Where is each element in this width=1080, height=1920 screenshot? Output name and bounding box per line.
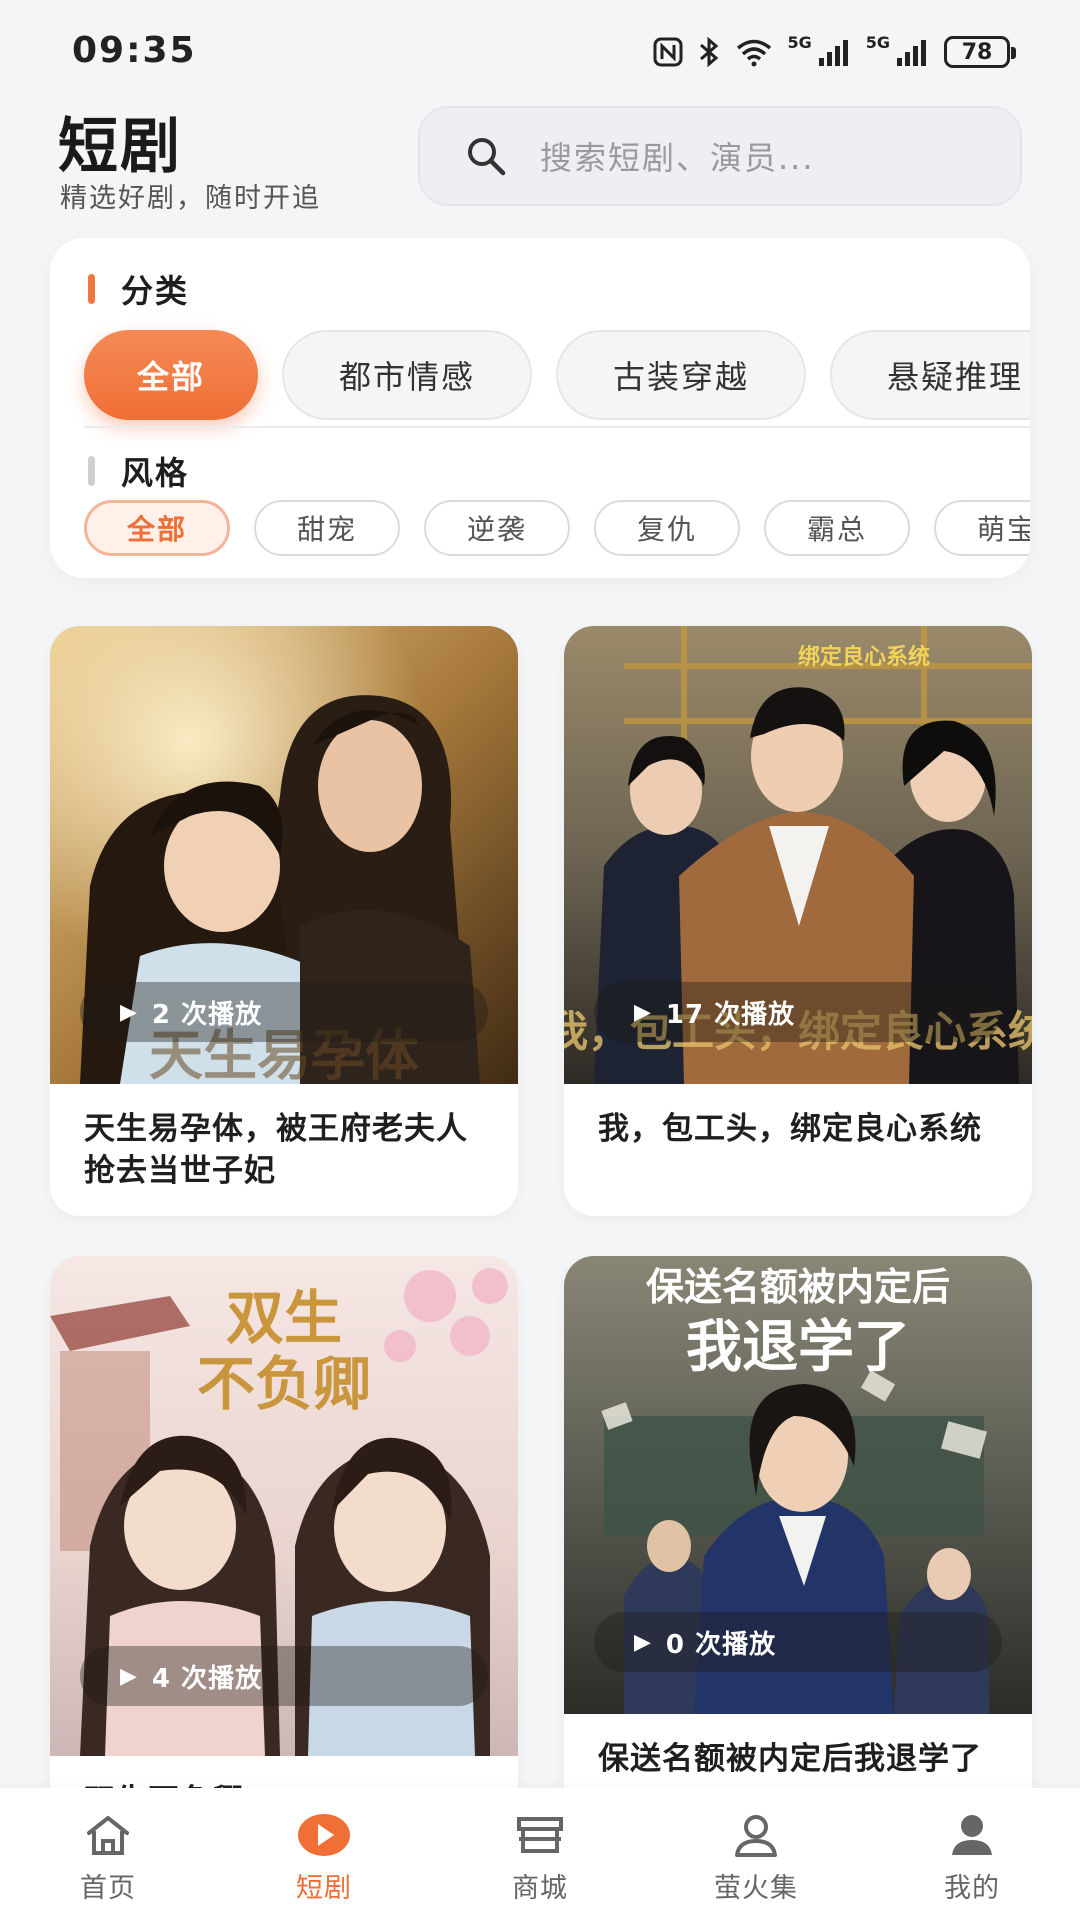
tab-label-home: 首页 — [80, 1873, 136, 1904]
category-chip-all[interactable]: 全部 — [84, 330, 258, 420]
style-chip-comeback[interactable]: 逆袭 — [424, 500, 570, 556]
style-chip-revenge[interactable]: 复仇 — [594, 500, 740, 556]
drama-card[interactable]: 绑定良心系统 我，包工头，绑定良心系统 ▶ 17 次播放 我，包工头，绑定良心系… — [564, 626, 1032, 1216]
style-chip-sweet[interactable]: 甜宠 — [254, 500, 400, 556]
home-icon — [87, 1816, 129, 1855]
battery-indicator: 78 — [944, 36, 1016, 68]
category-chip-urban-romance[interactable]: 都市情感 — [282, 330, 532, 420]
tab-home[interactable]: 首页 — [0, 1788, 216, 1920]
wifi-icon — [737, 39, 772, 67]
tab-label-me: 我的 — [944, 1873, 1000, 1904]
drama-card[interactable]: 天生易孕体 ▶ 2 次播放 天生易孕体，被王府老夫人抢去当世子妃 — [50, 626, 518, 1216]
style-chip-row: 全部 甜宠 逆袭 复仇 霸总 萌宝 — [84, 500, 1030, 556]
divider — [84, 426, 1030, 428]
drama-title[interactable]: 保送名额被内定后我退学了 — [564, 1714, 1032, 1780]
filter-panel: 分类 全部 都市情感 古装穿越 悬疑推理 风格 全部 甜宠 逆袭 复仇 霸总 萌… — [50, 238, 1030, 578]
poster-title-art-1: 双生 — [226, 1284, 342, 1352]
play-count: 0 次播放 — [665, 1629, 777, 1660]
store-icon — [517, 1817, 563, 1853]
category-section-title: 分类 — [88, 266, 189, 312]
play-count-badge: ▶ 2 次播放 — [80, 982, 488, 1042]
nfc-icon — [653, 37, 683, 67]
drama-title[interactable]: 我，包工头，绑定良心系统 — [564, 1084, 1032, 1150]
drama-poster[interactable]: 双生 不负卿 ▶ 4 次播放 — [50, 1256, 518, 1756]
drama-card[interactable]: 双生 不负卿 ▶ 4 次播放 双生不负卿 — [50, 1256, 518, 1856]
status-time: 09:35 — [72, 30, 197, 71]
drama-poster[interactable]: 天生易孕体 ▶ 2 次播放 — [50, 626, 518, 1084]
search-placeholder: 搜索短剧、演员... — [540, 139, 815, 177]
tab-me[interactable]: 我的 — [864, 1788, 1080, 1920]
tab-mall[interactable]: 商城 — [432, 1788, 648, 1920]
play-count-badge: ▶ 4 次播放 — [80, 1646, 488, 1706]
network-label: 5G — [787, 32, 812, 52]
category-title: 分类 — [121, 272, 190, 310]
drama-poster[interactable]: 绑定良心系统 我，包工头，绑定良心系统 ▶ 17 次播放 — [564, 626, 1032, 1084]
style-section-title: 风格 — [88, 448, 189, 494]
signal-icon-2 — [897, 40, 926, 66]
play-count-badge: ▶ 17 次播放 — [594, 982, 1002, 1042]
user-outline-icon — [735, 1815, 777, 1857]
user-filled-icon — [952, 1815, 992, 1855]
tab-firefly[interactable]: 萤火集 — [648, 1788, 864, 1920]
tab-label-short-drama: 短剧 — [296, 1873, 352, 1904]
drama-title[interactable]: 天生易孕体，被王府老夫人抢去当世子妃 — [50, 1084, 518, 1192]
play-icon: ▶ — [634, 999, 652, 1025]
play-icon: ▶ — [120, 1663, 138, 1689]
style-chip-ceo[interactable]: 霸总 — [764, 500, 910, 556]
play-icon: ▶ — [634, 1629, 652, 1655]
search-input[interactable]: 搜索短剧、演员... — [418, 106, 1022, 206]
category-chip-mystery[interactable]: 悬疑推理 — [830, 330, 1030, 420]
play-count: 17 次播放 — [665, 999, 796, 1030]
play-count-badge: ▶ 0 次播放 — [594, 1612, 1002, 1672]
drama-card[interactable]: 保送名额被内定后 我退学了 ▶ 0 次播放 保送名额被内定后我退学了 — [564, 1256, 1032, 1856]
play-icon: ▶ — [120, 999, 138, 1025]
tab-short-drama[interactable]: 短剧 — [216, 1788, 432, 1920]
poster-title-art-2: 不负卿 — [197, 1350, 371, 1418]
search-icon — [468, 138, 506, 176]
poster-title-art-1: 保送名额被内定后 — [646, 1264, 950, 1309]
style-chip-cute-baby[interactable]: 萌宝 — [934, 500, 1030, 556]
page-subtitle: 精选好剧，随时开追 — [60, 183, 321, 214]
play-count: 4 次播放 — [151, 1663, 263, 1694]
section-marker — [88, 456, 95, 486]
tab-label-mall: 商城 — [512, 1873, 568, 1904]
drama-poster[interactable]: 保送名额被内定后 我退学了 ▶ 0 次播放 — [564, 1256, 1032, 1714]
signal-icon — [818, 40, 848, 66]
bottom-tab-bar: 首页 短剧 商城 萤火集 我的 — [0, 1788, 1080, 1920]
status-bar: 09:35 5G 5G 78 — [0, 0, 1080, 100]
network-label-2: 5G — [865, 32, 890, 52]
style-chip-all[interactable]: 全部 — [84, 500, 230, 556]
tab-label-firefly: 萤火集 — [714, 1873, 798, 1904]
style-title: 风格 — [121, 454, 190, 492]
status-icons: 5G 5G 78 — [653, 32, 1016, 72]
category-chip-row: 全部 都市情感 古装穿越 悬疑推理 — [84, 330, 1030, 420]
section-marker — [88, 274, 95, 304]
page-title: 短剧 — [58, 112, 182, 182]
poster-title-art-2: 我退学了 — [686, 1314, 910, 1380]
poster-top-text: 绑定良心系统 — [798, 644, 930, 670]
play-count: 2 次播放 — [151, 999, 263, 1030]
bluetooth-icon — [700, 36, 719, 68]
play-circle-icon — [298, 1814, 350, 1856]
category-chip-costume-time-travel[interactable]: 古装穿越 — [556, 330, 806, 420]
